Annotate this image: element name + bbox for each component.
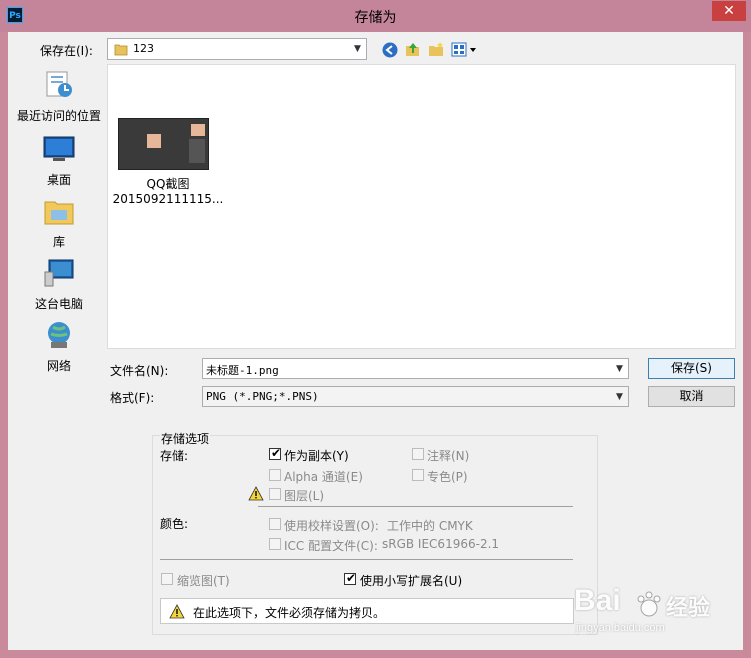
save-in-label: 保存在(I): xyxy=(40,44,93,58)
watermark-brand2: 经验 xyxy=(666,596,711,621)
file-name-cont: 2015092111115... xyxy=(112,192,224,206)
place-desktop[interactable]: 桌面 xyxy=(14,134,104,188)
warning-icon xyxy=(248,486,264,501)
view-menu-icon[interactable] xyxy=(451,41,479,59)
place-network[interactable]: 网络 xyxy=(14,320,104,374)
divider xyxy=(160,559,573,560)
folder-icon xyxy=(114,44,128,56)
check-icon: ✔ xyxy=(345,571,357,585)
as-copy-checkbox[interactable]: ✔ xyxy=(269,446,282,460)
filename-value: 未标题-1.png xyxy=(206,364,279,377)
place-label: 这台电脑 xyxy=(34,297,83,311)
filename-label: 文件名(N): xyxy=(110,364,169,378)
format-dropdown[interactable]: PNG (*.PNG;*.PNS) ▼ xyxy=(202,386,629,407)
notes-checkbox[interactable] xyxy=(412,448,424,460)
save-in-value: 123 xyxy=(133,42,154,55)
format-value: PNG (*.PNG;*.PNS) xyxy=(206,390,319,403)
place-libraries[interactable]: 库 xyxy=(14,196,104,250)
save-button[interactable]: 保存(S) xyxy=(648,358,735,379)
store-label: 存储: xyxy=(160,449,189,463)
warning-icon xyxy=(169,604,185,619)
as-copy-label: 作为副本(Y) xyxy=(284,449,349,463)
icc-value: sRGB IEC61966-2.1 xyxy=(382,537,500,551)
close-button[interactable]: ✕ xyxy=(712,1,746,21)
warning-message-box: 在此选项下，文件必须存储为拷贝。 xyxy=(160,598,574,624)
place-this-pc[interactable]: 这台电脑 xyxy=(14,258,104,312)
file-item[interactable]: QQ截图 2015092111115... xyxy=(108,65,228,215)
place-label: 网络 xyxy=(46,359,71,373)
back-icon[interactable] xyxy=(381,41,399,59)
format-label: 格式(F): xyxy=(110,391,155,405)
network-icon xyxy=(48,322,70,348)
new-folder-icon[interactable] xyxy=(427,40,445,58)
alpha-label: Alpha 通道(E) xyxy=(284,470,363,484)
paw-icon xyxy=(637,591,661,617)
warning-text: 在此选项下，文件必须存储为拷贝。 xyxy=(193,606,386,620)
window-title: 存储为 xyxy=(354,10,397,26)
place-label: 库 xyxy=(52,235,65,249)
spot-checkbox[interactable] xyxy=(412,469,424,481)
proof-checkbox[interactable] xyxy=(269,518,281,530)
file-list[interactable]: QQ截图 2015092111115... xyxy=(107,64,736,349)
color-label: 颜色: xyxy=(160,517,189,531)
lowercase-ext-checkbox[interactable]: ✔ xyxy=(344,571,357,585)
watermark-brand: Bai xyxy=(574,584,621,617)
cancel-button[interactable]: 取消 xyxy=(648,386,735,407)
icc-label: ICC 配置文件(C): xyxy=(284,539,378,553)
lowercase-ext-label: 使用小写扩展名(U) xyxy=(360,574,463,588)
file-thumbnail xyxy=(118,118,209,170)
spot-label: 专色(P) xyxy=(427,470,468,484)
place-recent[interactable]: 最近访问的位置 xyxy=(14,70,104,124)
place-label: 最近访问的位置 xyxy=(16,109,101,123)
chevron-down-icon[interactable]: ▼ xyxy=(611,359,628,378)
save-options-title: 存储选项 xyxy=(160,430,211,447)
up-folder-icon[interactable] xyxy=(404,40,422,58)
baidu-watermark: Bai 经验 jingyan.baidu.com xyxy=(572,582,732,640)
icc-checkbox[interactable] xyxy=(269,538,281,550)
recent-places-icon xyxy=(46,71,72,97)
thumbnail-checkbox[interactable] xyxy=(161,573,173,585)
place-label: 桌面 xyxy=(46,173,71,187)
thumbnail-label: 缩览图(T) xyxy=(177,574,230,588)
divider xyxy=(258,506,573,507)
filename-input[interactable]: 未标题-1.png ▼ xyxy=(202,358,629,379)
chevron-down-icon[interactable]: ▼ xyxy=(611,387,628,406)
watermark-url: jingyan.baidu.com xyxy=(576,622,665,634)
proof-label: 使用校样设置(O): xyxy=(284,519,379,533)
file-name: QQ截图 xyxy=(146,177,190,191)
layers-checkbox[interactable] xyxy=(269,488,281,500)
places-bar: 最近访问的位置 桌面 库 这台电脑 网络 xyxy=(14,64,104,422)
proof-value: 工作中的 CMYK xyxy=(387,519,473,533)
check-icon: ✔ xyxy=(270,446,282,460)
desktop-icon xyxy=(43,136,75,161)
notes-label: 注释(N) xyxy=(427,449,470,463)
alpha-checkbox[interactable] xyxy=(269,469,281,481)
chevron-down-icon[interactable]: ▼ xyxy=(349,39,366,59)
save-in-dropdown[interactable]: 123 ▼ xyxy=(107,38,367,60)
this-pc-icon xyxy=(44,259,74,287)
layers-label: 图层(L) xyxy=(284,489,325,503)
libraries-icon xyxy=(44,201,74,225)
